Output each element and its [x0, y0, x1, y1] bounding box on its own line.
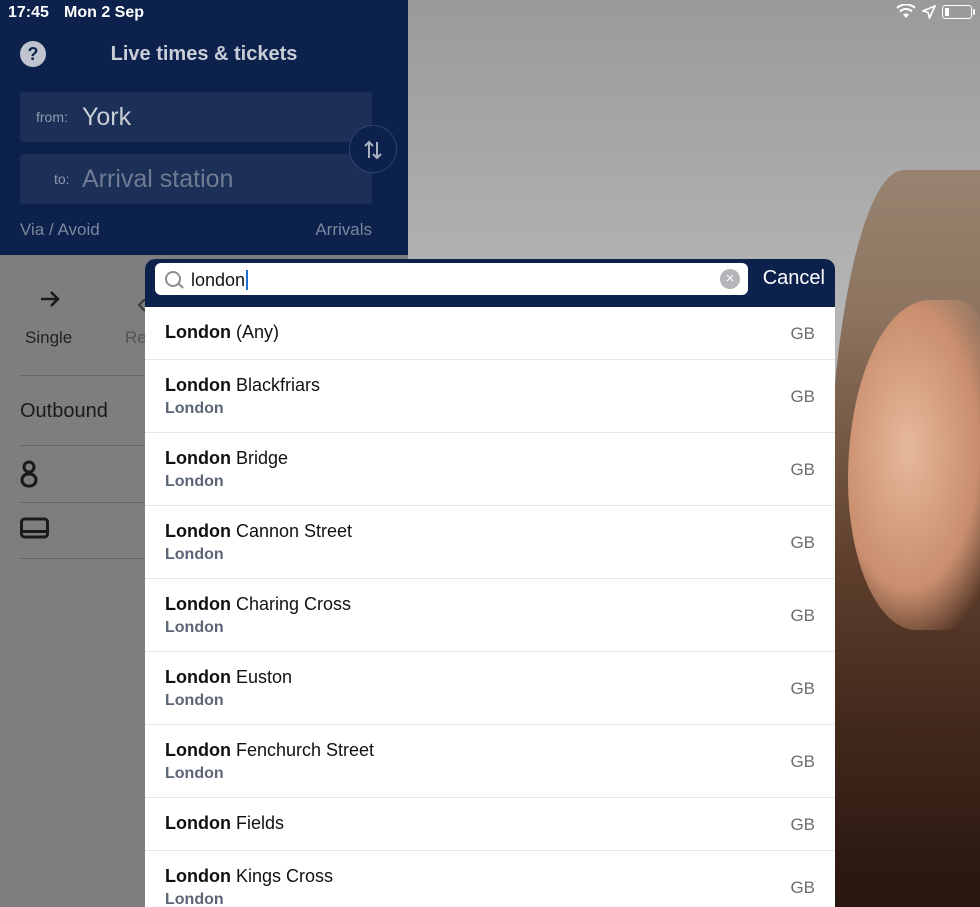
country-code: GB	[790, 387, 815, 406]
from-value: York	[82, 103, 132, 131]
station-result-row[interactable]: London Fields GB	[145, 798, 835, 851]
from-station-field[interactable]: from: York	[20, 92, 372, 142]
station-name: London Charing Cross	[165, 594, 352, 614]
station-name: London Fields	[165, 813, 284, 833]
country-code: GB	[790, 606, 815, 625]
station-city: London	[165, 765, 224, 782]
to-station-field[interactable]: to: Arrival station	[20, 154, 372, 204]
page-title: Live times & tickets	[110, 43, 298, 65]
station-city: London	[165, 891, 224, 907]
station-result-row[interactable]: London Cannon Street London GB	[145, 506, 835, 579]
outbound-label[interactable]: Outbound	[20, 400, 108, 423]
divider	[20, 445, 150, 446]
search-icon	[165, 271, 181, 287]
station-city: London	[165, 692, 224, 709]
station-name: London Fenchurch Street	[165, 740, 375, 760]
station-name: London Euston	[165, 667, 293, 687]
divider	[20, 558, 150, 559]
country-code: GB	[790, 815, 815, 834]
wifi-icon	[896, 4, 916, 18]
divider	[20, 375, 150, 376]
battery-icon	[942, 4, 975, 19]
search-bar: london × Cancel	[145, 259, 835, 307]
arrivals-toggle[interactable]: Arrivals	[315, 220, 372, 240]
country-code: GB	[790, 752, 815, 771]
station-city: London	[165, 546, 224, 563]
cancel-button[interactable]: Cancel	[763, 267, 825, 290]
via-avoid-link[interactable]: Via / Avoid	[20, 220, 100, 240]
station-result-row[interactable]: London Bridge London GB	[145, 433, 835, 506]
country-code: GB	[790, 460, 815, 479]
station-result-row[interactable]: London Fenchurch Street London GB	[145, 725, 835, 798]
station-name: London Blackfriars	[165, 375, 320, 395]
station-results-list: London (Any) GB London Blackfriars Londo…	[145, 307, 835, 907]
country-code: GB	[790, 679, 815, 698]
station-result-row[interactable]: London (Any) GB	[145, 307, 835, 360]
return-ticket-option[interactable]: Re	[125, 328, 147, 348]
to-label: to:	[54, 171, 70, 187]
single-arrow-icon	[38, 287, 62, 318]
status-bar: 17:45 Mon 2 Sep	[0, 0, 980, 26]
station-name: London Kings Cross	[165, 866, 334, 886]
location-icon	[922, 4, 936, 19]
journey-panel: ? Live times & tickets from: York to: Ar…	[0, 0, 408, 255]
text-caret	[246, 270, 248, 290]
country-code: GB	[790, 324, 815, 343]
station-result-row[interactable]: London Kings Cross London GB	[145, 851, 835, 907]
to-placeholder: Arrival station	[82, 165, 234, 193]
country-code: GB	[790, 533, 815, 552]
station-name: London Bridge	[165, 448, 289, 468]
divider	[20, 502, 150, 503]
station-result-row[interactable]: London Blackfriars London GB	[145, 360, 835, 433]
station-city: London	[165, 619, 224, 636]
railcard-icon[interactable]	[20, 517, 49, 544]
station-city: London	[165, 400, 224, 417]
status-time: 17:45	[8, 4, 49, 21]
single-ticket-option[interactable]: Single	[25, 328, 72, 348]
station-name: London (Any)	[165, 322, 279, 342]
station-result-row[interactable]: London Euston London GB	[145, 652, 835, 725]
station-search-input[interactable]: london ×	[155, 263, 748, 295]
station-result-row[interactable]: London Charing Cross London GB	[145, 579, 835, 652]
country-code: GB	[790, 878, 815, 897]
station-city: London	[165, 473, 224, 490]
station-search-popover: london × Cancel London (Any) GB London B…	[145, 259, 835, 907]
status-date: Mon 2 Sep	[64, 4, 145, 21]
swap-stations-button[interactable]	[349, 125, 397, 173]
station-name: London Cannon Street	[165, 521, 353, 541]
passengers-icon[interactable]	[20, 460, 38, 493]
swap-arrows-icon	[364, 140, 382, 160]
clear-search-icon[interactable]: ×	[720, 269, 740, 289]
search-query: london	[191, 270, 248, 291]
status-icons	[896, 4, 975, 19]
from-label: from:	[36, 109, 68, 125]
